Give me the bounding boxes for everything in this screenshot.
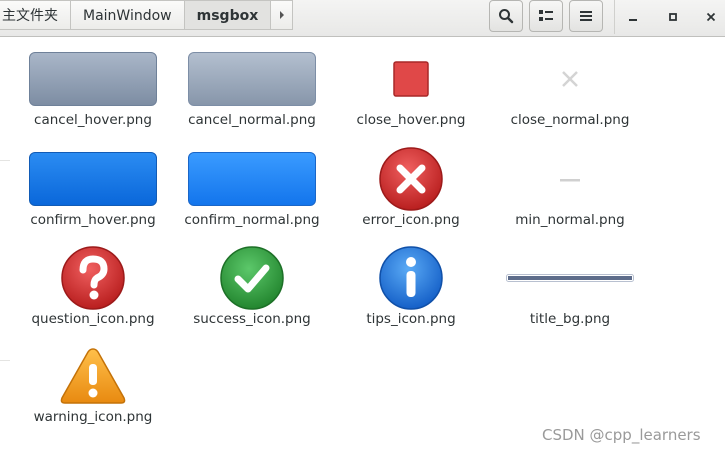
file-item[interactable]: confirm_normal.png: [173, 146, 331, 246]
view-toggle-button[interactable]: [529, 0, 563, 32]
file-thumbnail: [332, 245, 490, 311]
file-item[interactable]: cancel_normal.png: [173, 46, 331, 146]
warning-icon: [60, 348, 126, 404]
file-thumbnail: [14, 46, 172, 112]
blue-button-thumbnail: [188, 152, 316, 206]
file-item[interactable]: tips_icon.png: [332, 245, 490, 345]
file-name: cancel_hover.png: [34, 112, 152, 128]
blue-button-thumbnail: [29, 152, 157, 206]
file-item[interactable]: question_icon.png: [14, 245, 172, 345]
file-item[interactable]: error_icon.png: [332, 146, 490, 246]
breadcrumb-msgbox[interactable]: msgbox: [184, 0, 272, 30]
file-name: close_normal.png: [510, 112, 630, 128]
faint-close-icon: [562, 71, 578, 87]
error-icon: [379, 147, 443, 211]
gray-button-thumbnail: [29, 52, 157, 106]
list-view-icon: [539, 10, 553, 21]
faint-minimize-icon: [560, 179, 580, 182]
file-item[interactable]: title_bg.png: [491, 245, 649, 345]
search-icon: [499, 9, 514, 24]
header-separator: [614, 0, 615, 34]
success-icon: [220, 246, 284, 310]
file-thumbnail: [14, 245, 172, 311]
file-name: confirm_hover.png: [30, 212, 156, 228]
file-name: close_hover.png: [356, 112, 466, 128]
file-thumbnail: [491, 46, 649, 112]
menu-button[interactable]: [569, 0, 603, 32]
file-thumbnail: [332, 46, 490, 112]
file-thumbnail: [491, 146, 649, 212]
sidebar-divider: [0, 360, 10, 361]
file-name: success_icon.png: [193, 311, 311, 327]
sidebar-divider: [0, 160, 10, 161]
maximize-icon: [669, 13, 677, 21]
file-thumbnail: [332, 146, 490, 212]
watermark: CSDN @cpp_learners: [542, 426, 701, 444]
file-thumbnail: [14, 146, 172, 212]
breadcrumb-mainwindow[interactable]: MainWindow: [71, 0, 185, 30]
file-name: cancel_normal.png: [188, 112, 316, 128]
close-icon: [706, 12, 716, 22]
file-thumbnail: [491, 245, 649, 311]
sidebar-edge: [0, 37, 10, 454]
gray-button-thumbnail: [188, 52, 316, 106]
close-window-button[interactable]: [698, 4, 724, 30]
file-name: title_bg.png: [529, 311, 611, 327]
title-bar-thumbnail: [506, 274, 634, 282]
file-name: question_icon.png: [31, 311, 155, 327]
breadcrumb-home[interactable]: 主文件夹: [0, 0, 71, 30]
file-thumbnail: [173, 245, 331, 311]
chevron-right-icon: [279, 11, 284, 19]
minimize-icon: [629, 19, 637, 21]
breadcrumb-next-button[interactable]: [271, 0, 294, 30]
red-square-icon: [393, 61, 429, 97]
file-item[interactable]: confirm_hover.png: [14, 146, 172, 246]
file-item[interactable]: close_normal.png: [491, 46, 649, 146]
file-name: error_icon.png: [362, 212, 460, 228]
minimize-button[interactable]: [620, 4, 646, 30]
file-name: min_normal.png: [515, 212, 625, 228]
file-item[interactable]: cancel_hover.png: [14, 46, 172, 146]
maximize-button[interactable]: [660, 4, 686, 30]
file-item[interactable]: close_hover.png: [332, 46, 490, 146]
file-thumbnail: [14, 343, 172, 409]
file-name: confirm_normal.png: [184, 212, 320, 228]
file-item[interactable]: min_normal.png: [491, 146, 649, 246]
file-name: warning_icon.png: [33, 409, 153, 425]
file-item[interactable]: warning_icon.png: [14, 343, 172, 443]
file-thumbnail: [173, 46, 331, 112]
info-icon: [379, 246, 443, 310]
hamburger-menu-icon: [580, 11, 592, 21]
breadcrumb: 主文件夹 MainWindow msgbox: [0, 0, 294, 32]
header-bar: 主文件夹 MainWindow msgbox: [0, 0, 725, 37]
file-name: tips_icon.png: [366, 311, 456, 327]
question-icon: [61, 246, 125, 310]
file-thumbnail: [173, 146, 331, 212]
file-item[interactable]: success_icon.png: [173, 245, 331, 345]
search-button[interactable]: [489, 0, 523, 32]
